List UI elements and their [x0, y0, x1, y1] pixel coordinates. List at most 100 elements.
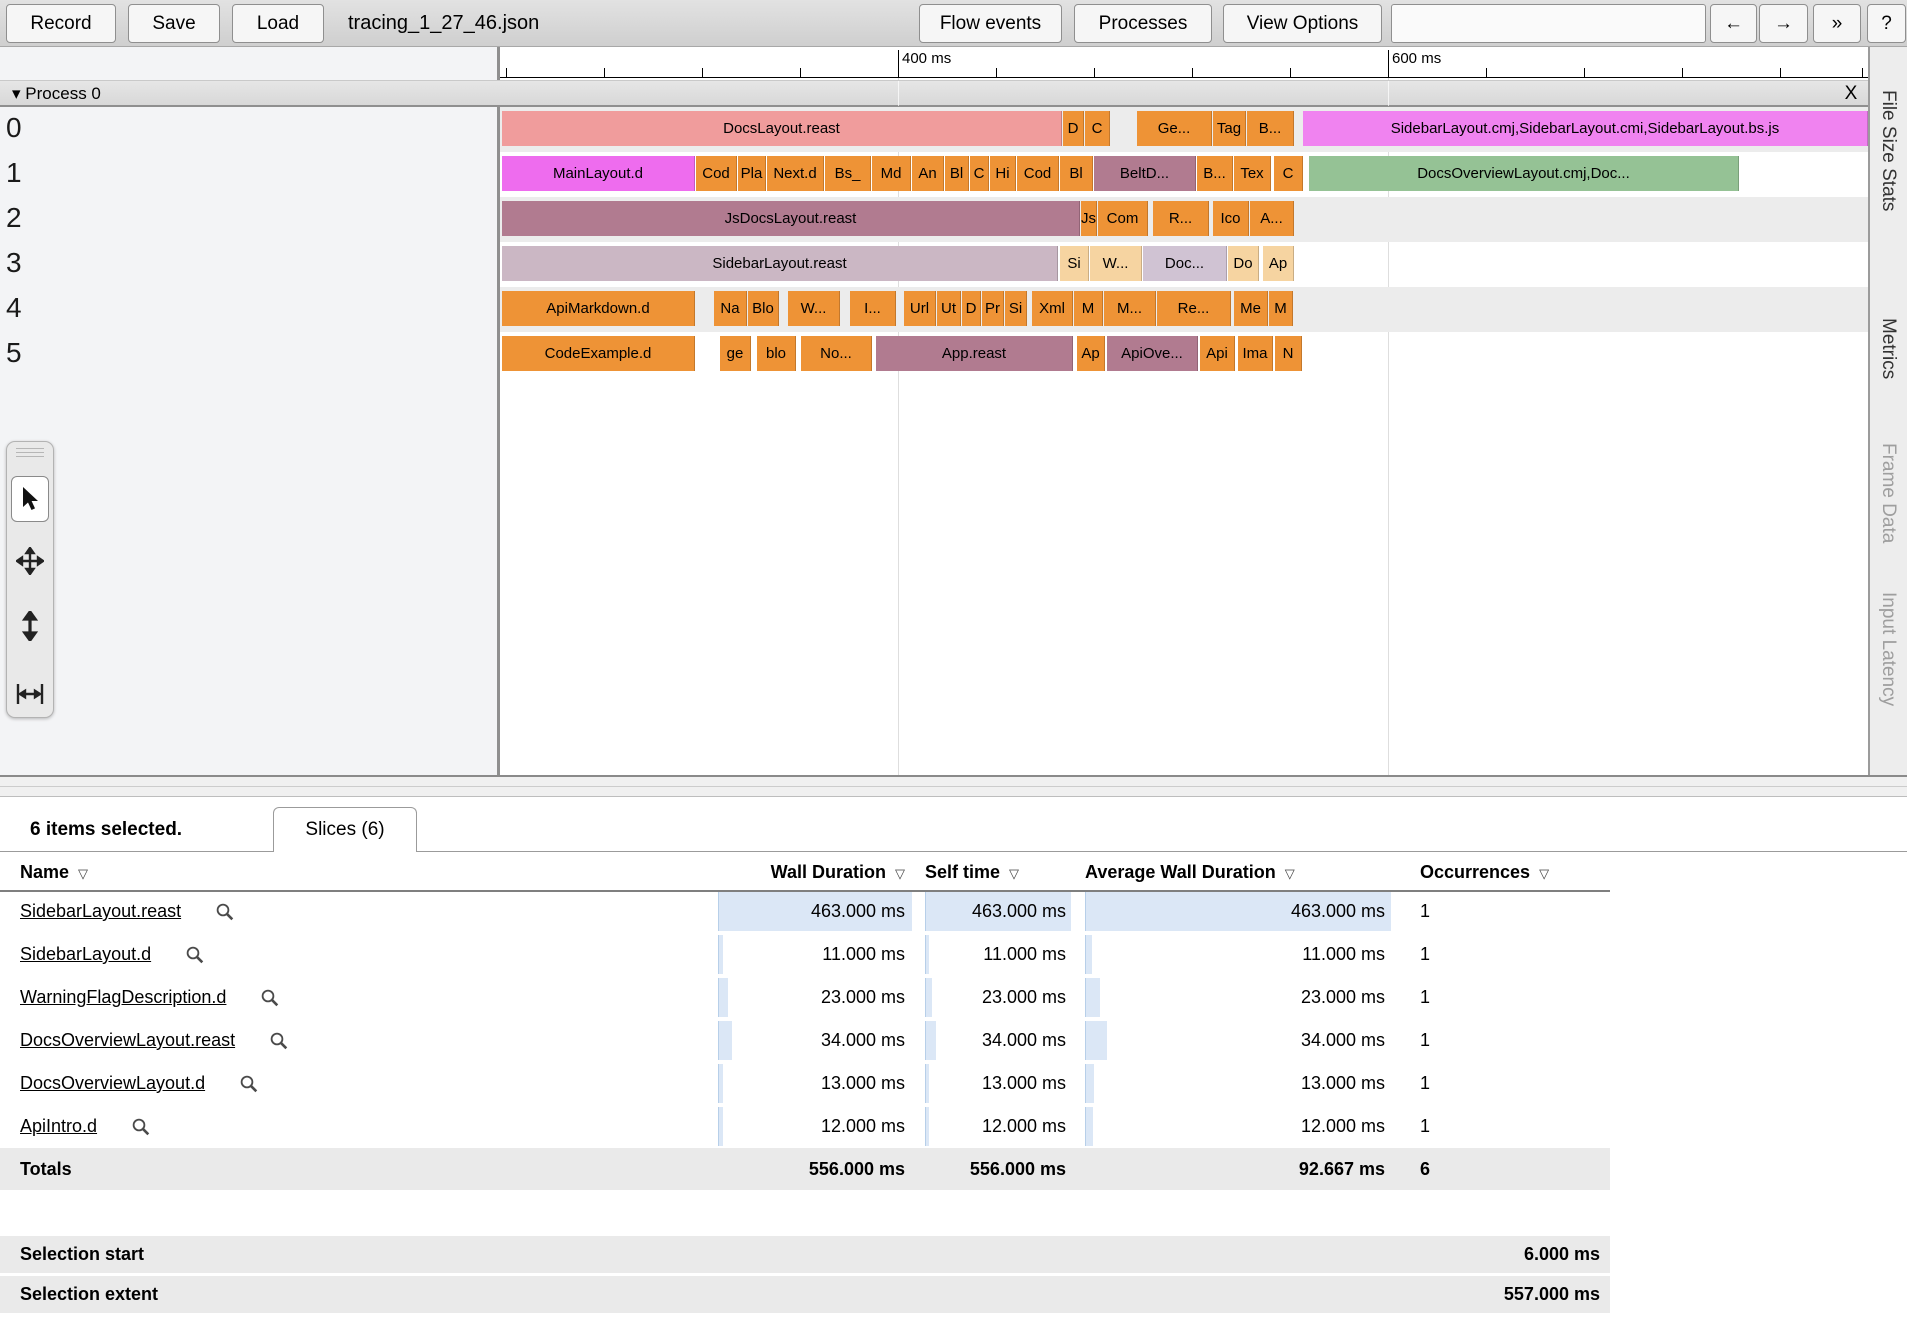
trace-slice[interactable]: Tag [1213, 111, 1246, 146]
trace-slice[interactable]: Do [1228, 246, 1259, 281]
find-previous-button[interactable]: ← [1710, 4, 1757, 43]
trace-slice[interactable]: Com [1098, 201, 1148, 236]
trace-slice[interactable]: Cod [1017, 156, 1059, 191]
slice-name-link[interactable]: DocsOverviewLayout.d [20, 1073, 205, 1094]
trace-slice[interactable]: No... [801, 336, 872, 371]
collapse-arrow-icon[interactable]: ▾ [12, 84, 21, 103]
trace-slice[interactable]: DocsOverviewLayout.cmj,Doc... [1309, 156, 1739, 191]
trace-slice[interactable]: Si [1005, 291, 1027, 326]
trace-slice[interactable]: MainLayout.d [502, 156, 695, 191]
trace-slice[interactable]: W... [788, 291, 840, 326]
slice-name-link[interactable]: SidebarLayout.reast [20, 901, 181, 922]
trace-slice[interactable]: Js [1081, 201, 1097, 236]
process-header[interactable]: ▾ Process 0 X [0, 80, 1868, 107]
trace-slice[interactable]: Api [1200, 336, 1235, 371]
trace-slice[interactable]: Pr [982, 291, 1004, 326]
trace-slice[interactable]: Ico [1213, 201, 1249, 236]
trace-slice[interactable]: Next.d [767, 156, 824, 191]
zoom-tool-button[interactable] [11, 603, 49, 649]
search-input[interactable] [1391, 4, 1706, 43]
view-options-button[interactable]: View Options [1223, 4, 1382, 43]
timing-tool-button[interactable] [11, 671, 49, 717]
sort-icon[interactable]: ▽ [895, 866, 905, 881]
trace-slice[interactable]: M [1269, 291, 1293, 326]
trace-slice[interactable]: SidebarLayout.reast [502, 246, 1058, 281]
trace-slice[interactable]: M... [1104, 291, 1156, 326]
trace-slice[interactable]: B... [1247, 111, 1294, 146]
slice-name-link[interactable]: SidebarLayout.d [20, 944, 151, 965]
trace-slice[interactable]: A... [1250, 201, 1294, 236]
trace-slice[interactable]: C [970, 156, 989, 191]
magnifier-icon[interactable] [260, 988, 280, 1008]
trace-slice[interactable]: Bs_ [825, 156, 871, 191]
trace-slice[interactable]: Re... [1157, 291, 1231, 326]
trace-slice[interactable]: D [1063, 111, 1084, 146]
trace-slice[interactable]: Ut [937, 291, 961, 326]
load-button[interactable]: Load [232, 4, 324, 43]
trace-slice[interactable]: Bl [1060, 156, 1093, 191]
slice-name-link[interactable]: ApiIntro.d [20, 1116, 97, 1137]
tab-slices[interactable]: Slices (6) [273, 807, 417, 852]
trace-slice[interactable]: C [1274, 156, 1303, 191]
trace-slice[interactable]: App.reast [876, 336, 1073, 371]
find-next-button[interactable]: → [1759, 4, 1808, 43]
sort-icon[interactable]: ▽ [78, 866, 88, 881]
side-tab-frame-data[interactable]: Frame Data [1877, 443, 1899, 543]
trace-slice[interactable]: DocsLayout.reast [502, 111, 1062, 146]
magnifier-icon[interactable] [239, 1074, 259, 1094]
side-tab-metrics[interactable]: Metrics [1877, 318, 1899, 379]
trace-slice[interactable]: M [1074, 291, 1103, 326]
trace-slice[interactable]: blo [757, 336, 796, 371]
magnifier-icon[interactable] [215, 902, 235, 922]
column-header-wall-duration[interactable]: Wall Duration ▽ [718, 855, 905, 889]
trace-slice[interactable]: Pla [738, 156, 766, 191]
column-header-occurrences[interactable]: Occurrences ▽ [1420, 855, 1549, 889]
trace-slice[interactable]: Tex [1234, 156, 1271, 191]
sort-icon[interactable]: ▽ [1539, 866, 1549, 881]
trace-slice[interactable]: Me [1234, 291, 1268, 326]
trace-slice[interactable]: ge [720, 336, 751, 371]
trace-slice[interactable]: Blo [748, 291, 779, 326]
trace-slice[interactable]: I... [850, 291, 896, 326]
trace-slice[interactable]: Hi [990, 156, 1016, 191]
trace-slice[interactable]: W... [1090, 246, 1142, 281]
trace-slice[interactable]: Cod [696, 156, 737, 191]
palette-drag-handle[interactable] [16, 448, 44, 458]
trace-slice[interactable]: R... [1153, 201, 1209, 236]
magnifier-icon[interactable] [131, 1117, 151, 1137]
select-tool-button[interactable] [11, 476, 49, 522]
slice-name-link[interactable]: WarningFlagDescription.d [20, 987, 226, 1008]
pane-resize-splitter[interactable] [0, 775, 1907, 797]
slice-name-link[interactable]: DocsOverviewLayout.reast [20, 1030, 235, 1051]
sort-icon[interactable]: ▽ [1285, 866, 1295, 881]
process-close-button[interactable]: X [1838, 81, 1864, 106]
trace-slice[interactable]: Xml [1032, 291, 1073, 326]
trace-slice[interactable]: B... [1197, 156, 1233, 191]
timeline-pane[interactable]: 400 ms 600 ms DocsLayout.reast D C Ge... Tag B… [500, 47, 1868, 775]
trace-slice[interactable]: D [962, 291, 981, 326]
magnifier-icon[interactable] [269, 1031, 289, 1051]
trace-slice[interactable]: Ge... [1137, 111, 1212, 146]
help-button[interactable]: ? [1867, 4, 1906, 43]
processes-button[interactable]: Processes [1074, 4, 1212, 43]
trace-slice[interactable]: C [1085, 111, 1110, 146]
trace-slice[interactable]: An [912, 156, 944, 191]
trace-slice[interactable]: CodeExample.d [502, 336, 695, 371]
trace-slice[interactable]: ApiOve... [1107, 336, 1198, 371]
side-tab-file-size-stats[interactable]: File Size Stats [1877, 90, 1899, 211]
trace-slice[interactable]: Url [904, 291, 936, 326]
trace-slice[interactable]: Doc... [1143, 246, 1227, 281]
side-tab-input-latency[interactable]: Input Latency [1877, 592, 1899, 706]
trace-slice[interactable]: Md [872, 156, 911, 191]
more-options-button[interactable]: » [1813, 4, 1861, 43]
record-button[interactable]: Record [6, 4, 116, 43]
flow-events-button[interactable]: Flow events [919, 4, 1062, 43]
trace-slice[interactable]: Bl [945, 156, 969, 191]
trace-slice[interactable]: Ap [1077, 336, 1105, 371]
column-header-self-time[interactable]: Self time ▽ [925, 855, 1019, 889]
sort-icon[interactable]: ▽ [1009, 866, 1019, 881]
magnifier-icon[interactable] [185, 945, 205, 965]
save-button[interactable]: Save [128, 4, 220, 43]
trace-slice[interactable]: Ima [1238, 336, 1273, 371]
trace-slice[interactable]: Na [714, 291, 747, 326]
